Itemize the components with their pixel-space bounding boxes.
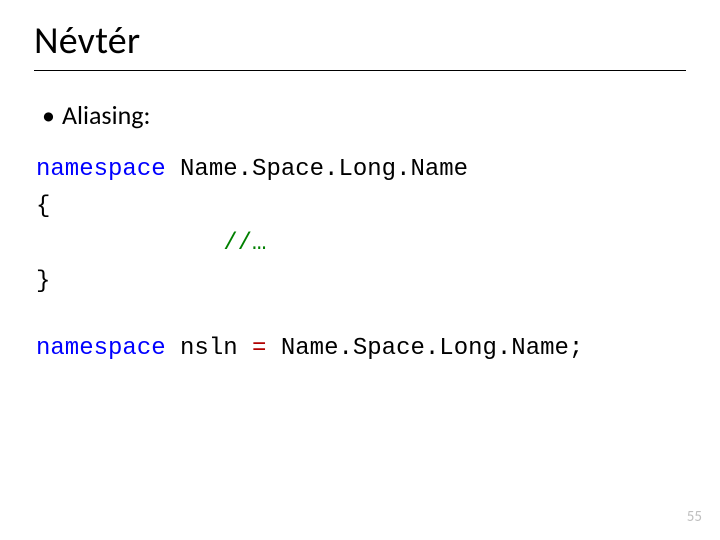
equals-operator: = [252,335,266,362]
page-number: 55 [687,508,702,526]
comment: //… [223,230,266,257]
bullet-item: • Aliasing: [34,99,686,131]
namespace-name: Name.Space.Long.Name [281,335,569,362]
page-title: Névtér [34,18,686,64]
code-block-1: namespace Name.Space.Long.Name { //… } [34,151,686,300]
keyword-namespace: namespace [36,335,166,362]
alias-name: nsln [180,335,238,362]
spacer [34,300,686,330]
code-block-2: namespace nsln = Name.Space.Long.Name; [34,330,686,367]
slide: Névtér • Aliasing: namespace Name.Space.… [0,0,720,540]
keyword-namespace: namespace [36,156,166,183]
namespace-name: Name.Space.Long.Name [180,156,468,183]
brace-open: { [36,193,50,220]
brace-close: } [36,268,50,295]
title-underline [34,70,686,71]
bullet-text: Aliasing: [62,99,150,131]
semicolon: ; [569,335,583,362]
bullet-marker: • [42,99,62,131]
